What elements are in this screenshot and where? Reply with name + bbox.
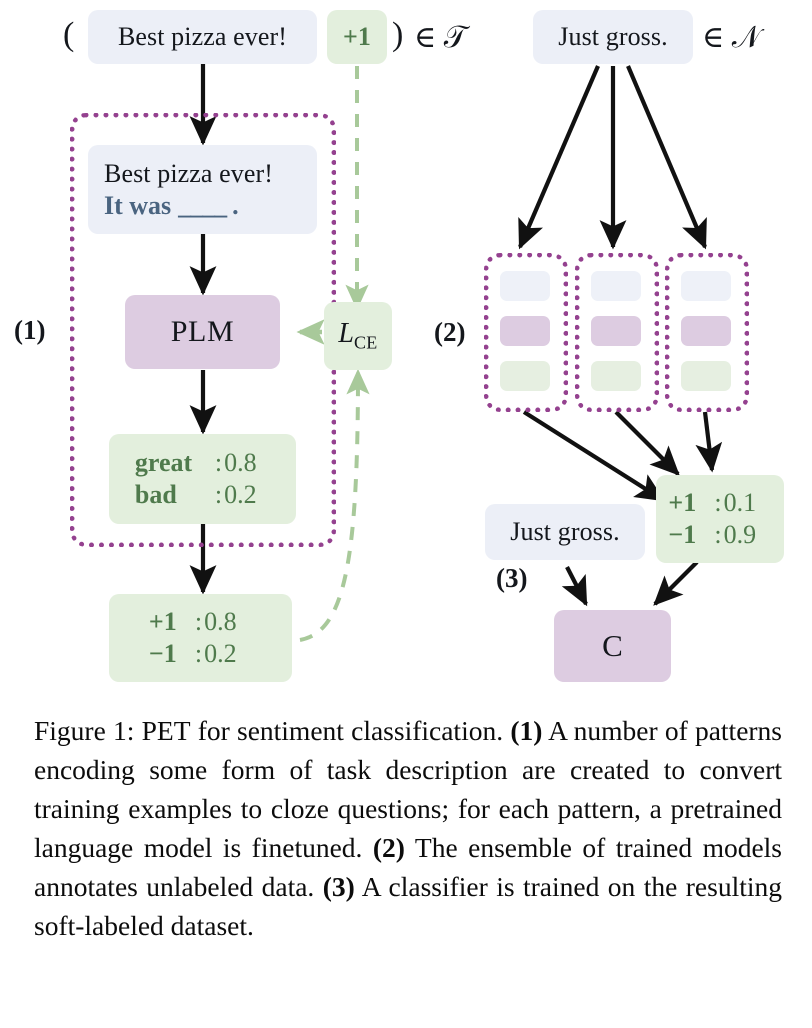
train-distribution-prob: 0.8: [204, 607, 237, 637]
soft-label-row: −1 : 0.9: [656, 519, 784, 551]
ensemble-cell-pattern: [500, 271, 550, 301]
caption-step-3: (3): [322, 870, 355, 902]
training-example-gold-label: +1: [327, 10, 387, 64]
step-label-1: (1): [14, 315, 46, 345]
figure-diagram: (1) ( Best pizza ever! +1 ) ∈ 𝒯 Just gro…: [0, 0, 812, 706]
plm-box: PLM: [125, 295, 280, 369]
train-distribution-class: −1: [148, 639, 177, 668]
train-distribution-class: +1: [148, 607, 177, 637]
ensemble-cell-plm: [591, 316, 641, 346]
verbalizer-output-box: great : 0.8 bad : 0.2: [109, 434, 296, 524]
train-distribution-prob: 0.2: [204, 639, 237, 668]
verbalizer-score: 0.2: [224, 480, 257, 509]
cloze-mask-blank: ____: [178, 190, 227, 220]
soft-label-prob: 0.1: [723, 488, 757, 518]
training-example-text: Best pizza ever!: [88, 10, 317, 64]
caption-method-name: PET: [141, 715, 191, 746]
soft-label-distribution-box: +1 : 0.1 −1 : 0.9: [656, 475, 784, 563]
open-paren: (: [63, 16, 75, 53]
verbalizer-row: bad : 0.2: [109, 479, 296, 511]
classifier-box: C: [554, 610, 671, 682]
train-distribution-row: +1 : 0.8: [109, 606, 292, 638]
unlabeled-set-membership: ∈ 𝒩: [702, 21, 761, 54]
caption-prefix: Figure 1:: [34, 715, 135, 746]
verbalizer-separator: :: [214, 448, 223, 478]
ensemble-model-2: [575, 253, 659, 412]
train-distribution-separator: :: [194, 607, 203, 637]
verbalizer-separator: :: [214, 480, 223, 509]
cloze-period: .: [232, 190, 239, 220]
ensemble-cell-pattern: [681, 271, 731, 301]
verbalizer-row: great : 0.8: [109, 447, 296, 479]
ensemble-model-3: [665, 253, 749, 412]
unlabeled-example-label: Just gross.: [558, 22, 668, 52]
soft-label-row: +1 : 0.1: [656, 487, 784, 519]
train-set-membership: ∈ 𝒯: [414, 21, 467, 54]
cloze-prefix: It was: [104, 190, 172, 220]
figure-caption: Figure 1: PET for sentiment classificati…: [34, 712, 782, 945]
gold-label-value: +1: [342, 22, 371, 52]
loss-label: LCE: [338, 317, 377, 355]
verbalizer-token: great: [134, 448, 193, 478]
soft-example-label: Just gross.: [510, 517, 620, 547]
classifier-label: C: [602, 628, 623, 664]
soft-label-class: −1: [668, 520, 697, 549]
train-label-distribution-box: +1 : 0.8 −1 : 0.2: [109, 594, 292, 682]
soft-label-separator: :: [714, 520, 722, 549]
soft-label-class: +1: [668, 488, 697, 518]
train-distribution-row: −1 : 0.2: [109, 638, 292, 670]
caption-step-2: (2): [372, 831, 405, 863]
verbalizer-score: 0.8: [224, 448, 257, 478]
loss-symbol: L: [338, 318, 354, 350]
close-paren: ): [392, 16, 404, 53]
train-distribution-separator: :: [194, 639, 203, 668]
cloze-pattern-box: Best pizza ever! It was ____.: [88, 145, 317, 234]
cloze-source-sentence: Best pizza ever!: [104, 158, 274, 188]
step-label-3: (3): [496, 563, 528, 593]
ensemble-cell-plm: [681, 316, 731, 346]
ensemble-cell-verbalizer: [681, 361, 731, 391]
plm-label: PLM: [170, 314, 235, 348]
ensemble-cell-pattern: [591, 271, 641, 301]
soft-labeled-example-text: Just gross.: [485, 504, 645, 560]
ensemble-cell-plm: [500, 316, 550, 346]
unlabeled-example-text: Just gross.: [533, 10, 693, 64]
cloze-question-line: It was ____.: [104, 190, 239, 222]
soft-label-separator: :: [714, 488, 722, 518]
loss-subscript: CE: [353, 332, 378, 353]
ensemble-model-1: [484, 253, 568, 412]
training-example-label: Best pizza ever!: [117, 22, 288, 52]
step-label-2: (2): [434, 317, 466, 347]
ensemble-cell-verbalizer: [591, 361, 641, 391]
loss-box: LCE: [324, 302, 392, 370]
verbalizer-token: bad: [134, 480, 177, 509]
caption-text-1: for sentiment classification.: [190, 715, 511, 746]
ensemble-cell-verbalizer: [500, 361, 550, 391]
soft-label-prob: 0.9: [723, 520, 757, 549]
caption-step-1: (1): [510, 715, 543, 746]
